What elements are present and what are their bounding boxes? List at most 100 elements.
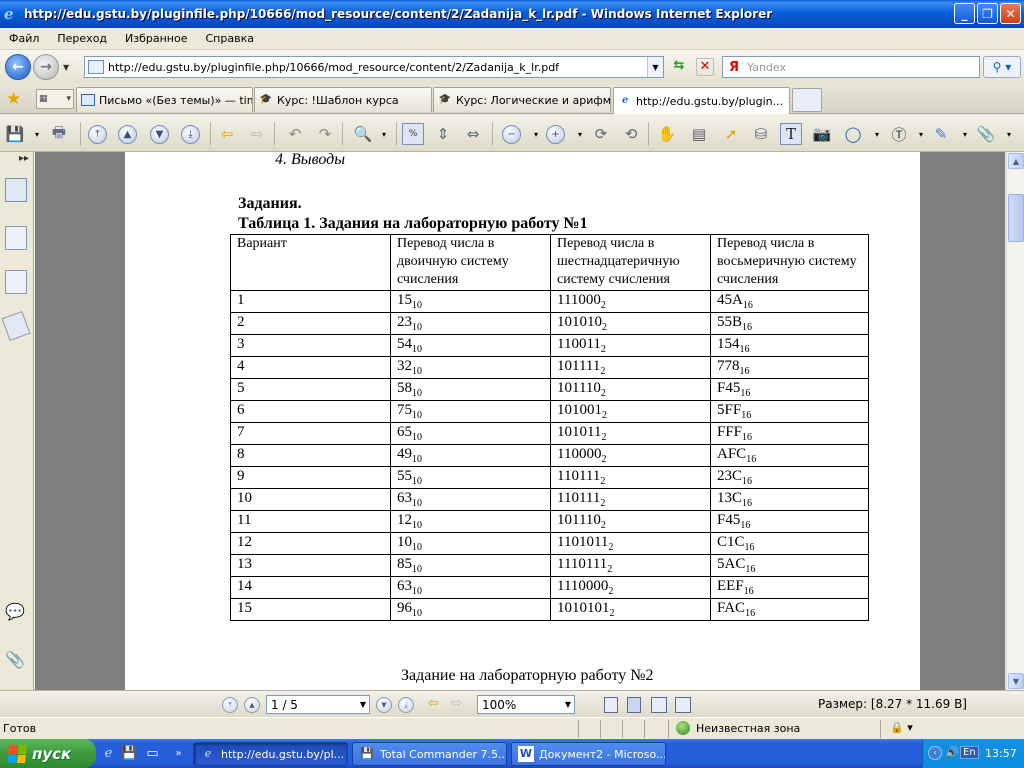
zoom-out-dropdown-icon[interactable]: ▾ (525, 123, 547, 145)
find-icon[interactable]: ⛁ (750, 123, 772, 145)
menu-file[interactable]: Файл (0, 32, 48, 45)
zoom-in-dropdown-icon[interactable]: ▾ (569, 123, 591, 145)
back-view-icon[interactable]: ⇦ (216, 123, 238, 145)
typewriter-dropdown-icon[interactable]: ▾ (910, 123, 932, 145)
close-tab-icon[interactable]: ✕ (783, 96, 789, 107)
undo-icon[interactable]: ↶ (284, 123, 306, 145)
back-button[interactable]: ← (5, 54, 31, 80)
prev-page-small-icon[interactable]: ▲ (244, 697, 260, 713)
zoom-icon[interactable]: 🔍 (352, 123, 374, 145)
scroll-down-icon[interactable]: ▼ (1008, 673, 1024, 689)
typewriter-icon[interactable]: Ⓣ (888, 123, 910, 145)
save-dropdown-icon[interactable]: ▾ (26, 123, 48, 145)
history-dropdown-icon[interactable]: ▼ (63, 63, 69, 72)
favorites-star-icon[interactable]: ★ (6, 89, 21, 109)
address-bar[interactable]: http://edu.gstu.by/pluginfile.php/10666/… (84, 56, 664, 78)
ie-quicklaunch-icon[interactable]: e (100, 745, 117, 762)
redo-icon[interactable]: ↷ (314, 123, 336, 145)
first-page-icon[interactable]: ⤒ (88, 125, 107, 144)
document-view[interactable]: 4. Выводы Задания. Таблица 1. Задания на… (35, 152, 1005, 690)
comments-icon[interactable]: 💬 (5, 602, 27, 626)
taskbar-item-totalcmd[interactable]: 💾 Total Commander 7.5... (352, 742, 507, 766)
note-dropdown-icon[interactable]: ▾ (954, 123, 976, 145)
search-button[interactable]: ⚲ ▾ (983, 56, 1021, 78)
quicklaunch-more-icon[interactable]: » (170, 745, 187, 762)
snapshot-icon[interactable]: ▤ (688, 123, 710, 145)
pages-icon[interactable] (5, 178, 27, 202)
attachment-icon[interactable]: 📎 (975, 123, 997, 145)
start-button[interactable]: пуск (0, 739, 96, 768)
menu-go[interactable]: Переход (48, 32, 116, 45)
back-view-small-icon[interactable]: ⇦ (428, 696, 439, 711)
protected-mode-icon[interactable]: 🔒 ▾ (890, 721, 913, 734)
address-dropdown-icon[interactable]: ▼ (647, 57, 663, 77)
clock: 13:57 (985, 747, 1017, 760)
totalcmd-quicklaunch-icon[interactable]: 💾 (121, 745, 138, 762)
language-indicator[interactable]: En (960, 746, 979, 759)
attachment-dropdown-icon[interactable]: ▾ (998, 123, 1020, 145)
tab-mail[interactable]: Письмо «(Без темы)» — tim... (76, 87, 253, 112)
forward-view-icon[interactable]: ⇨ (246, 123, 268, 145)
new-tab-button[interactable] (792, 88, 822, 112)
stop-icon[interactable]: ✕ (696, 58, 714, 76)
forward-button[interactable]: → (33, 54, 59, 80)
search-box[interactable]: Я Yandex (722, 56, 980, 78)
address-input[interactable]: http://edu.gstu.by/pluginfile.php/10666/… (108, 61, 647, 74)
actual-size-icon[interactable]: % (402, 123, 424, 145)
next-page-icon[interactable]: ▼ (150, 125, 169, 144)
prev-page-icon[interactable]: ▲ (118, 125, 137, 144)
taskbar-item-word[interactable]: W Документ2 - Microso... (511, 742, 666, 766)
next-page-small-icon[interactable]: ▼ (376, 697, 392, 713)
scroll-thumb[interactable] (1008, 194, 1024, 242)
taskbar-item-ie[interactable]: e http://edu.gstu.by/pl... (193, 742, 348, 766)
layers-icon[interactable] (1, 310, 31, 342)
signatures-icon[interactable] (5, 270, 27, 294)
attachments-panel-icon[interactable]: 📎 (5, 650, 27, 674)
continuous-view-icon[interactable] (627, 697, 641, 713)
security-zone[interactable]: Неизвестная зона (676, 721, 800, 735)
close-button[interactable]: ✕ (1000, 3, 1021, 24)
select-tool-icon[interactable]: ➚ (720, 123, 742, 145)
menu-help[interactable]: Справка (197, 32, 263, 45)
show-hidden-icons-icon[interactable]: ‹ (928, 746, 942, 760)
print-icon[interactable]: 🖶 (48, 123, 70, 145)
forward-view-small-icon[interactable]: ⇨ (451, 696, 462, 711)
bookmarks-icon[interactable] (5, 226, 27, 250)
note-icon[interactable]: ✎ (930, 123, 952, 145)
zoom-dropdown-icon[interactable]: ▾ (373, 123, 395, 145)
rotate-cw-icon[interactable]: ⟳ (590, 123, 612, 145)
single-page-view-icon[interactable] (604, 697, 618, 713)
search-input[interactable]: Yandex (747, 61, 786, 74)
facing-view-icon[interactable] (651, 697, 667, 713)
page-number-select[interactable]: 1 / 5 ▼ (266, 695, 370, 714)
zoom-out-icon[interactable]: − (502, 125, 521, 144)
save-icon[interactable]: 💾 (4, 123, 26, 145)
minimize-button[interactable]: _ (954, 3, 975, 24)
volume-icon[interactable]: 🔊 (945, 746, 959, 759)
expand-panel-icon[interactable]: ▸▸ (19, 153, 29, 164)
menu-favorites[interactable]: Избранное (116, 32, 196, 45)
first-page-small-icon[interactable]: ⤒ (222, 697, 238, 713)
quick-tabs-button[interactable]: ▦ ▾ (36, 89, 74, 109)
hand-tool-icon[interactable]: ✋ (656, 123, 678, 145)
tab-course-template[interactable]: 🎓 Курс: !Шаблон курса (254, 87, 432, 112)
camera-icon[interactable]: 📷 (811, 123, 833, 145)
vertical-scrollbar[interactable]: ▲ ▼ (1006, 152, 1024, 690)
tab-course-logic[interactable]: 🎓 Курс: Логические и арифме... (433, 87, 611, 112)
zoom-select[interactable]: 100% ▼ (477, 695, 575, 714)
tab-pdf[interactable]: e http://edu.gstu.by/plugin... ✕ (613, 87, 790, 114)
shape-icon[interactable]: ◯ (842, 123, 864, 145)
fit-width-icon[interactable]: ⇔ (462, 123, 484, 145)
fit-page-icon[interactable]: ⇕ (432, 123, 454, 145)
zoom-in-icon[interactable]: + (546, 125, 565, 144)
continuous-facing-view-icon[interactable] (675, 697, 691, 713)
desktop-quicklaunch-icon[interactable]: ▭ (144, 745, 161, 762)
last-page-small-icon[interactable]: ⤓ (398, 697, 414, 713)
last-page-icon[interactable]: ⤓ (181, 125, 200, 144)
shape-dropdown-icon[interactable]: ▾ (866, 123, 888, 145)
restore-button[interactable]: ❐ (977, 3, 998, 24)
scroll-up-icon[interactable]: ▲ (1008, 153, 1024, 169)
rotate-ccw-icon[interactable]: ⟲ (620, 123, 642, 145)
text-select-icon[interactable]: T (780, 123, 802, 145)
refresh-icon[interactable]: ⇆ (669, 58, 689, 76)
